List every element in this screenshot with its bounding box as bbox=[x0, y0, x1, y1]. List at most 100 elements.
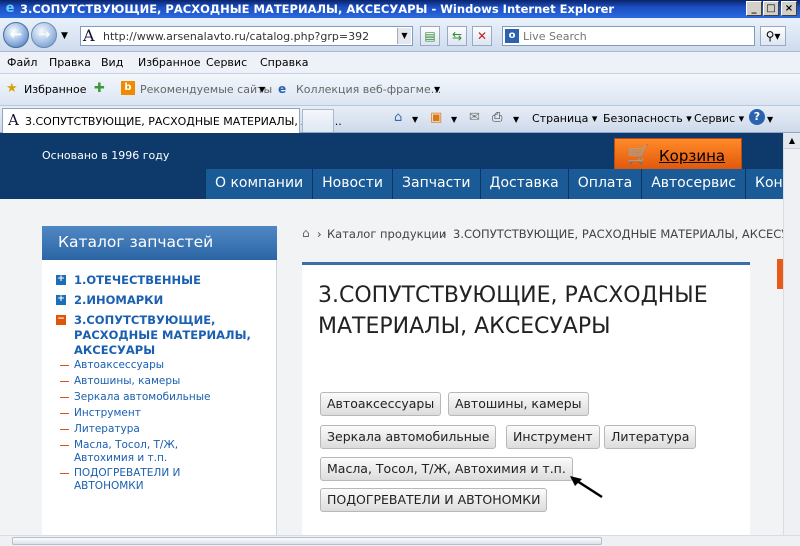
web-slice-icon: e bbox=[278, 82, 287, 96]
home-icon[interactable]: ⌂ bbox=[394, 110, 402, 125]
menu-favorites[interactable]: Избранное bbox=[138, 56, 200, 69]
site-slogan: Основано в 1996 году bbox=[42, 149, 170, 162]
tab-active[interactable]: A 3.СОПУТСТВУЮЩИЕ, РАСХОДНЫЕ МАТЕРИАЛЫ, … bbox=[2, 108, 342, 133]
page-menu-label: Страница bbox=[532, 112, 589, 125]
tab-favicon-icon: A bbox=[8, 111, 19, 129]
stop-icon[interactable]: ✕ bbox=[472, 26, 492, 46]
nav-contacts[interactable]: Контакты bbox=[745, 169, 783, 199]
subcategory-button[interactable]: Автошины, камеры bbox=[448, 392, 589, 416]
site-header: Основано в 1996 году 🛒 Корзина О компани… bbox=[0, 133, 783, 199]
rss-feed-icon[interactable]: ▣ bbox=[430, 110, 442, 125]
search-box[interactable]: o bbox=[502, 26, 755, 46]
refresh-icon[interactable]: ⇆ bbox=[447, 26, 467, 46]
menu-view[interactable]: Вид bbox=[101, 56, 123, 69]
add-favorite-icon[interactable]: ✚ bbox=[94, 81, 105, 96]
address-dropdown-icon[interactable]: ▼ bbox=[397, 28, 411, 44]
tab-bar: A 3.СОПУТСТВУЮЩИЕ, РАСХОДНЫЕ МАТЕРИАЛЫ, … bbox=[0, 106, 800, 133]
tab-title: 3.СОПУТСТВУЮЩИЕ, РАСХОДНЫЕ МАТЕРИАЛЫ, АК… bbox=[25, 115, 342, 128]
help-dropdown-icon[interactable]: ▼ bbox=[767, 115, 773, 124]
forward-button[interactable]: → bbox=[31, 22, 57, 48]
tools-menu-label: Сервис bbox=[694, 112, 736, 125]
address-field[interactable]: A http://www.arsenalavto.ru/catalog.php?… bbox=[80, 26, 413, 46]
back-button[interactable]: ← bbox=[3, 22, 29, 48]
plus-icon: + bbox=[56, 274, 66, 285]
mail-icon[interactable]: ✉ bbox=[469, 110, 480, 125]
web-slice-gallery-link[interactable]: Коллекция веб-фрагме... bbox=[296, 83, 441, 96]
plus-icon: + bbox=[56, 294, 66, 305]
menu-file[interactable]: Файл bbox=[7, 56, 37, 69]
suggested-sites-link[interactable]: Рекомендуемые сайты bbox=[140, 83, 272, 96]
subcategory-button[interactable]: Масла, Тосол, Т/Ж, Автохимия и т.п. bbox=[320, 457, 573, 481]
feed-dropdown-icon[interactable]: ▼ bbox=[451, 115, 457, 124]
favorites-star-icon: ★ bbox=[6, 81, 18, 96]
menu-tools[interactable]: Сервис bbox=[206, 56, 247, 69]
site-nav: О компании Новости Запчасти Доставка Опл… bbox=[205, 169, 783, 199]
menu-bar: Файл Правка Вид Избранное Сервис Справка bbox=[0, 52, 800, 74]
breadcrumb: ⌂ › Каталог продукции › 3.СОПУТСТВУЮЩИЕ,… bbox=[302, 227, 783, 243]
nav-about[interactable]: О компании bbox=[205, 169, 312, 199]
subcategory-button[interactable]: Литература bbox=[604, 425, 697, 449]
nav-news[interactable]: Новости bbox=[312, 169, 392, 199]
suggested-sites-icon: b bbox=[121, 81, 135, 95]
site-favicon-icon: A bbox=[83, 26, 95, 45]
breadcrumb-separator: › bbox=[442, 227, 447, 241]
home-dropdown-icon[interactable]: ▼ bbox=[412, 115, 418, 124]
help-icon[interactable]: ? bbox=[749, 109, 765, 125]
breadcrumb-separator: › bbox=[317, 227, 322, 241]
print-icon[interactable]: ⎙ bbox=[492, 110, 502, 125]
sidebar-category-accessories[interactable]: − 3.СОПУТСТВУЮЩИЕ, РАСХОДНЫЕ МАТЕРИАЛЫ, … bbox=[56, 313, 271, 358]
address-url: http://www.arsenalavto.ru/catalog.php?gr… bbox=[103, 30, 370, 43]
print-dropdown-icon[interactable]: ▼ bbox=[513, 115, 519, 124]
vertical-scrollbar[interactable]: ▲ bbox=[783, 133, 800, 535]
sidebar-category-label: 2.ИНОМАРКИ bbox=[74, 293, 164, 307]
nav-payment[interactable]: Оплата bbox=[567, 169, 641, 199]
catalog-sidebar: Каталог запчастей + 1.ОТЕЧЕСТВЕННЫЕ + 2.… bbox=[42, 226, 277, 535]
subcategory-button[interactable]: Инструмент bbox=[506, 425, 600, 449]
menu-edit[interactable]: Правка bbox=[49, 56, 91, 69]
minus-icon: − bbox=[56, 314, 66, 325]
close-window-button[interactable]: × bbox=[781, 1, 797, 16]
web-slice-dropdown-icon[interactable]: ▼ bbox=[434, 85, 440, 94]
safety-menu-button[interactable]: Безопасность ▾ bbox=[603, 112, 692, 125]
page-menu-button[interactable]: Страница ▾ bbox=[532, 112, 597, 125]
page-viewport: Основано в 1996 году 🛒 Корзина О компани… bbox=[0, 133, 783, 535]
scroll-up-icon[interactable]: ▲ bbox=[784, 133, 800, 149]
breadcrumb-root[interactable]: Каталог продукции bbox=[327, 227, 446, 241]
home-icon[interactable]: ⌂ bbox=[302, 227, 310, 240]
search-button[interactable]: ⚲▾ bbox=[760, 26, 786, 46]
subcategory-button[interactable]: ПОДОГРЕВАТЕЛИ И АВТОНОМКИ bbox=[320, 488, 548, 512]
safety-menu-label: Безопасность bbox=[603, 112, 683, 125]
sidebar-title: Каталог запчастей bbox=[42, 226, 277, 260]
window-title-bar: e 3.СОПУТСТВУЮЩИЕ, РАСХОДНЫЕ МАТЕРИАЛЫ, … bbox=[0, 0, 800, 18]
nav-parts[interactable]: Запчасти bbox=[392, 169, 480, 199]
compatibility-view-icon[interactable]: ▤ bbox=[420, 26, 440, 46]
window-title: 3.СОПУТСТВУЮЩИЕ, РАСХОДНЫЕ МАТЕРИАЛЫ, АК… bbox=[20, 2, 615, 16]
horizontal-scrollbar[interactable] bbox=[0, 535, 800, 546]
content-panel: 3.СОПУТСТВУЮЩИЕ, РАСХОДНЫЕ МАТЕРИАЛЫ, АК… bbox=[302, 262, 750, 535]
subcategory-button[interactable]: Автоаксессуары bbox=[320, 392, 442, 416]
cart-icon: 🛒 bbox=[627, 144, 650, 165]
minimize-button[interactable]: _ bbox=[746, 1, 762, 16]
nav-delivery[interactable]: Доставка bbox=[479, 169, 568, 199]
mouse-cursor-icon bbox=[570, 476, 603, 499]
suggested-sites-dropdown-icon[interactable]: ▼ bbox=[259, 85, 265, 94]
ie-logo-icon: e bbox=[5, 1, 15, 16]
sidebar-category-label: 3.СОПУТСТВУЮЩИЕ, РАСХОДНЫЕ МАТЕРИАЛЫ, АК… bbox=[74, 313, 251, 357]
nav-autoservice[interactable]: Автосервис bbox=[641, 169, 745, 199]
new-tab-button[interactable] bbox=[302, 109, 334, 132]
subcategory-button[interactable]: Зеркала автомобильные bbox=[320, 425, 497, 449]
cart-label: Корзина bbox=[659, 147, 726, 165]
tools-menu-button[interactable]: Сервис ▾ bbox=[694, 112, 744, 125]
page-body: Каталог запчастей + 1.ОТЕЧЕСТВЕННЫЕ + 2.… bbox=[0, 199, 783, 535]
cart-button[interactable]: 🛒 Корзина bbox=[614, 138, 742, 172]
breadcrumb-current: 3.СОПУТСТВУЮЩИЕ, РАСХОДНЫЕ МАТЕРИАЛЫ, АК… bbox=[453, 227, 783, 241]
favorites-bar: ★ Избранное ✚ b Рекомендуемые сайты ▼ e … bbox=[0, 74, 800, 106]
sidebar-category-label: 1.ОТЕЧЕСТВЕННЫЕ bbox=[74, 273, 201, 287]
address-toolbar: ← → ▼ A http://www.arsenalavto.ru/catalo… bbox=[0, 18, 800, 52]
favorites-button[interactable]: Избранное bbox=[24, 83, 86, 96]
menu-help[interactable]: Справка bbox=[260, 56, 308, 69]
search-input[interactable] bbox=[523, 28, 751, 44]
maximize-button[interactable]: □ bbox=[763, 1, 779, 16]
history-dropdown-icon[interactable]: ▼ bbox=[61, 31, 68, 41]
horizontal-scroll-thumb[interactable] bbox=[12, 537, 602, 545]
